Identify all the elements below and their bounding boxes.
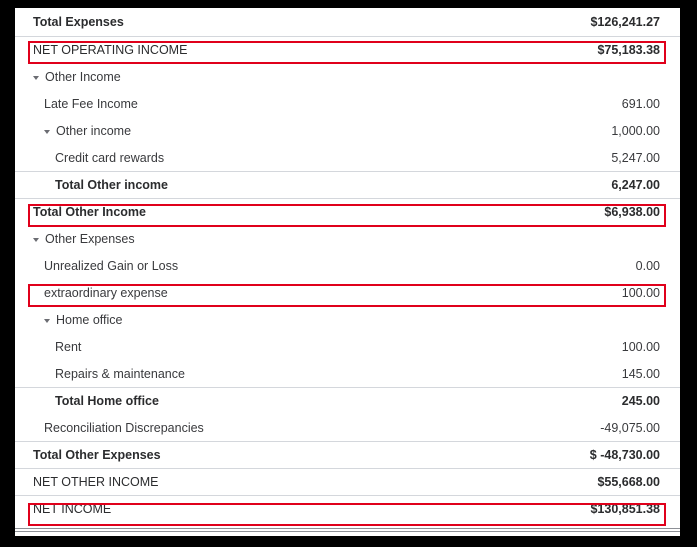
profit-loss-report: Total Expenses $126,241.27 NET OPERATING… [15,8,680,536]
row-rent: Rent 100.00 [15,333,680,360]
row-home-office-group[interactable]: Home office [15,306,680,333]
row-label-wrap: Home office [44,313,122,327]
row-value: $55,668.00 [597,475,660,489]
row-label: NET INCOME [33,502,112,516]
row-value: $ -48,730.00 [589,448,660,462]
row-label: Total Home office [55,394,159,408]
row-label: Reconciliation Discrepancies [44,420,204,435]
row-value: 245.00 [621,394,660,408]
row-other-expenses-group[interactable]: Other Expenses [15,225,680,252]
row-label: Total Other Expenses [33,448,161,462]
row-label-wrap: Other Income [33,70,121,84]
row-net-other-income: NET OTHER INCOME $55,668.00 [15,468,680,495]
row-credit-card-rewards: Credit card rewards 5,247.00 [15,144,680,171]
row-late-fee-income: Late Fee Income 691.00 [15,90,680,117]
row-value: 1,000.00 [611,123,660,138]
caret-down-icon[interactable] [33,237,39,242]
row-label-wrap: Other income [44,124,131,138]
row-label: extraordinary expense [44,285,168,300]
caret-down-icon[interactable] [44,318,50,323]
row-value: $126,241.27 [590,15,660,29]
row-value: 145.00 [621,366,660,381]
row-label: Rent [55,339,82,354]
row-label-wrap: Other Expenses [33,232,135,246]
row-total-other-income: Total Other Income $6,938.00 [15,198,680,225]
row-total-home-office: Total Home office 245.00 [15,387,680,414]
row-value: 100.00 [621,339,660,354]
row-total-other-income-sub: Total Other income 6,247.00 [15,171,680,198]
row-extraordinary-expense: extraordinary expense 100.00 [15,279,680,306]
row-total-expenses: Total Expenses $126,241.27 [15,8,680,36]
caret-down-icon[interactable] [33,75,39,80]
row-label: Unrealized Gain or Loss [44,258,179,273]
row-other-income-group[interactable]: Other Income [15,63,680,90]
row-other-income-subgroup[interactable]: Other income 1,000.00 [15,117,680,144]
row-value: 5,247.00 [611,150,660,165]
row-label: Home office [56,312,123,327]
row-value: $130,851.38 [590,502,660,516]
row-label: NET OTHER INCOME [33,475,159,489]
row-label: Other Expenses [45,231,135,246]
row-value: 0.00 [635,258,660,273]
row-label: Total Expenses [33,15,124,29]
row-label: Late Fee Income [44,96,138,111]
report-rows: Total Expenses $126,241.27 NET OPERATING… [15,8,680,522]
double-underline [15,528,680,532]
row-label: Other Income [45,69,121,84]
row-net-income: NET INCOME $130,851.38 [15,495,680,522]
caret-down-icon[interactable] [44,129,50,134]
row-reconciliation-discrepancies: Reconciliation Discrepancies -49,075.00 [15,414,680,441]
row-label: Other income [56,123,132,138]
row-value: 6,247.00 [611,178,660,192]
row-label: Repairs & maintenance [55,366,185,381]
row-label: NET OPERATING INCOME [33,43,188,57]
row-value: -49,075.00 [600,420,660,435]
row-label: Total Other Income [33,205,146,219]
row-repairs-maintenance: Repairs & maintenance 145.00 [15,360,680,387]
row-total-other-expenses: Total Other Expenses $ -48,730.00 [15,441,680,468]
row-net-operating-income: NET OPERATING INCOME $75,183.38 [15,36,680,63]
row-label: Credit card rewards [55,150,165,165]
row-value: $6,938.00 [604,205,660,219]
row-unrealized-gain-loss: Unrealized Gain or Loss 0.00 [15,252,680,279]
row-value: $75,183.38 [597,43,660,57]
row-label: Total Other income [55,178,168,192]
row-value: 100.00 [621,285,660,300]
row-value: 691.00 [621,96,660,111]
